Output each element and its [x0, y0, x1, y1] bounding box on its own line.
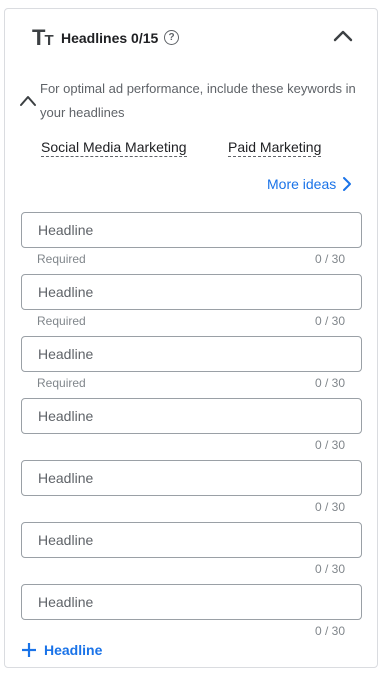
more-ideas-label: More ideas — [267, 176, 337, 192]
plus-icon — [22, 643, 36, 657]
headline-input[interactable] — [21, 274, 362, 310]
char-counter: 0 / 30 — [314, 500, 345, 514]
headline-input[interactable] — [21, 460, 362, 496]
section-title: Headlines 0/15 — [61, 30, 159, 46]
chevron-right-icon — [343, 177, 352, 191]
keyword-suggestion-text: For optimal ad performance, include thes… — [40, 81, 356, 120]
headline-input[interactable] — [21, 398, 362, 434]
required-hint: Required — [37, 314, 86, 328]
char-counter: 0 / 30 — [314, 624, 345, 638]
add-headline-label: Headline — [44, 642, 103, 658]
required-hint: Required — [37, 252, 86, 266]
more-ideas-link[interactable]: More ideas — [267, 176, 352, 192]
chevron-up-icon — [333, 30, 353, 42]
keyword-chip[interactable]: Social Media Marketing — [41, 139, 187, 157]
headline-input[interactable] — [21, 584, 362, 620]
headline-input[interactable] — [21, 212, 362, 248]
char-counter: 0 / 30 — [314, 252, 345, 266]
char-counter: 0 / 30 — [314, 376, 345, 390]
keyword-chip[interactable]: Paid Marketing — [228, 139, 322, 157]
add-headline-button[interactable]: Headline — [20, 641, 102, 659]
help-icon[interactable]: ? — [164, 30, 179, 45]
text-size-icon: TT — [32, 25, 54, 50]
suggestions-toggle[interactable] — [18, 93, 38, 107]
headlines-card: TT Headlines 0/15 ? For optimal ad perfo… — [4, 8, 378, 668]
char-counter: 0 / 30 — [314, 438, 345, 452]
required-hint: Required — [37, 376, 86, 390]
headline-input[interactable] — [21, 522, 362, 558]
chevron-up-icon — [20, 96, 36, 106]
char-counter: 0 / 30 — [314, 314, 345, 328]
char-counter: 0 / 30 — [314, 562, 345, 576]
collapse-button[interactable] — [331, 26, 355, 46]
headline-input[interactable] — [21, 336, 362, 372]
